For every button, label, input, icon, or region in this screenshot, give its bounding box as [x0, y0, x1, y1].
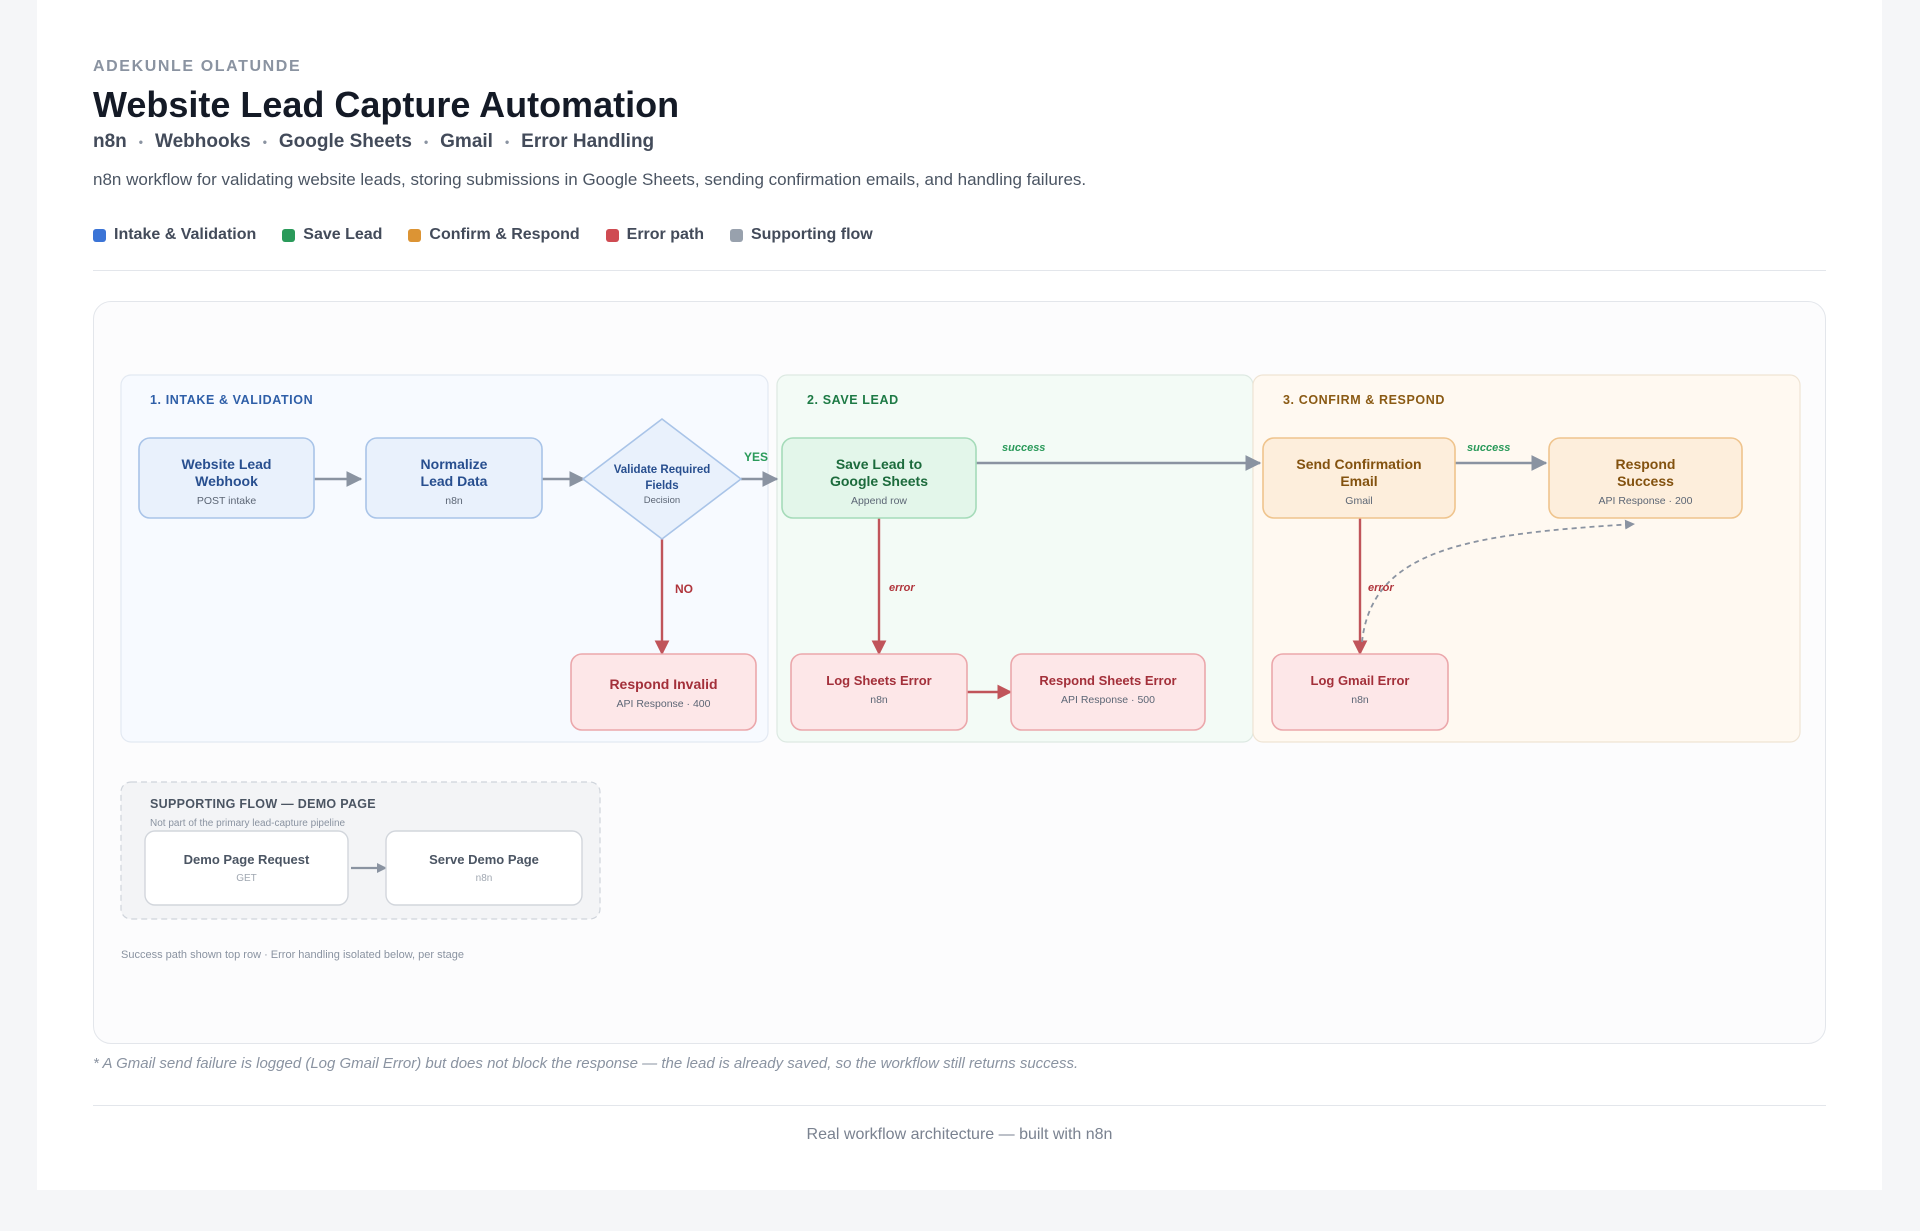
legend-swatch — [408, 228, 422, 242]
page-description: n8n workflow for validating website lead… — [93, 170, 1087, 189]
legend-item-supporting: Supporting flow — [729, 226, 873, 244]
section-title-intake: 1. INTAKE & VALIDATION — [150, 393, 313, 407]
node-title: Normalize — [421, 456, 488, 472]
diagram-caption: Success path shown top row · Error handl… — [121, 949, 464, 961]
node-subtitle: API Response · 500 — [1061, 694, 1155, 706]
node-website-lead-webhook[interactable]: Website Lead Webhook POST intake — [138, 437, 315, 519]
legend-item-error: Error path — [605, 226, 704, 244]
page: ADEKUNLE OLATUNDE Website Lead Capture A… — [37, 0, 1882, 1190]
divider — [93, 270, 1826, 271]
node-box — [570, 653, 757, 731]
node-title: Lead Data — [421, 473, 488, 489]
page-title: Website Lead Capture Automation — [93, 84, 680, 125]
legend-swatch — [282, 228, 296, 242]
node-title: Validate Required — [614, 464, 711, 476]
node-subtitle: Gmail — [1345, 495, 1372, 507]
legend-swatch — [93, 228, 106, 242]
node-send-confirmation-email[interactable]: Send Confirmation Email Gmail — [1262, 437, 1456, 519]
node-title: Email — [1340, 473, 1377, 489]
node-title: Respond — [1616, 456, 1676, 472]
node-box — [385, 830, 583, 906]
edge-label-success: success — [1467, 442, 1510, 454]
supporting-flow-title: SUPPORTING FLOW — DEMO PAGE — [150, 797, 376, 811]
edge-label-error: error — [889, 582, 915, 594]
node-box — [790, 653, 968, 731]
node-respond-invalid[interactable]: Respond Invalid API Response · 400 — [570, 653, 757, 731]
node-title: Google Sheets — [830, 473, 928, 489]
node-demo-page-request[interactable]: Demo Page Request GET — [144, 830, 349, 906]
node-subtitle: n8n — [1351, 694, 1369, 706]
edge-label-error: error — [1368, 582, 1394, 594]
node-box — [1271, 653, 1449, 731]
tag: n8n — [93, 131, 127, 152]
divider — [93, 1105, 1826, 1106]
node-box — [1010, 653, 1206, 731]
legend-item-intake: Intake & Validation — [93, 226, 256, 244]
page-footer: Real workflow architecture — built with … — [806, 1126, 1113, 1143]
node-title: Save Lead to — [836, 456, 922, 472]
legend-item-save: Save Lead — [282, 226, 382, 244]
legend: Intake & Validation Save Lead Confirm & … — [93, 226, 899, 244]
node-box — [144, 830, 349, 906]
section-title-save: 2. SAVE LEAD — [807, 393, 899, 407]
workflow-diagram: 1. INTAKE & VALIDATION 2. SAVE LEAD 3. C… — [120, 374, 1801, 961]
node-respond-success[interactable]: Respond Success API Response · 200 — [1548, 437, 1743, 519]
tag: Webhooks — [154, 131, 251, 152]
diagram-card: 1. INTAKE & VALIDATION 2. SAVE LEAD 3. C… — [93, 301, 1826, 1044]
node-subtitle: Append row — [851, 495, 907, 507]
node-serve-demo-page[interactable]: Serve Demo Page n8n — [385, 830, 583, 906]
edge-label-no: NO — [675, 582, 693, 596]
node-title: Respond Invalid — [609, 676, 717, 692]
node-log-gmail-error[interactable]: Log Gmail Error n8n — [1271, 653, 1449, 731]
node-subtitle: API Response · 400 — [617, 698, 711, 710]
node-subtitle: POST intake — [197, 495, 256, 507]
node-title: Respond Sheets Error — [1039, 673, 1176, 688]
node-respond-sheets-error[interactable]: Respond Sheets Error API Response · 500 — [1010, 653, 1206, 731]
edge-label-success: success — [1002, 442, 1045, 454]
tag: Google Sheets — [278, 131, 412, 152]
node-subtitle: GET — [236, 873, 257, 884]
node-subtitle: n8n — [445, 495, 463, 507]
node-title: Demo Page Request — [184, 852, 310, 867]
node-subtitle: n8n — [476, 873, 493, 884]
tag: Error Handling — [521, 131, 655, 152]
node-title: Success — [1617, 473, 1674, 489]
node-subtitle: API Response · 200 — [1599, 495, 1693, 507]
node-title: Send Confirmation — [1296, 456, 1421, 472]
node-title: Log Sheets Error — [826, 673, 931, 688]
node-title: Website Lead — [182, 456, 272, 472]
node-subtitle: Decision — [644, 495, 680, 506]
node-title: Log Gmail Error — [1311, 673, 1410, 688]
node-title: Webhook — [195, 473, 258, 489]
tech-tags: n8n • Webhooks • Google Sheets • Gmail • Err… — [93, 131, 655, 152]
footnote: * A Gmail send failure is logged (Log Gm… — [93, 1055, 1079, 1072]
section-title-confirm: 3. CONFIRM & RESPOND — [1283, 393, 1445, 407]
node-title: Serve Demo Page — [429, 852, 539, 867]
supporting-flow-subtitle: Not part of the primary lead-capture pip… — [150, 818, 346, 829]
legend-item-confirm: Confirm & Respond — [408, 226, 580, 244]
tag: Gmail — [440, 131, 493, 152]
node-save-lead-google-sheets[interactable]: Save Lead to Google Sheets Append row — [781, 437, 977, 519]
node-title: Fields — [645, 480, 678, 492]
node-normalize-lead-data[interactable]: Normalize Lead Data n8n — [365, 437, 543, 519]
legend-swatch — [729, 228, 743, 242]
edge-label-yes: YES — [744, 450, 768, 464]
node-subtitle: n8n — [870, 694, 888, 706]
node-log-sheets-error[interactable]: Log Sheets Error n8n — [790, 653, 968, 731]
legend-swatch — [605, 228, 619, 242]
author-name: ADEKUNLE OLATUNDE — [93, 58, 302, 75]
